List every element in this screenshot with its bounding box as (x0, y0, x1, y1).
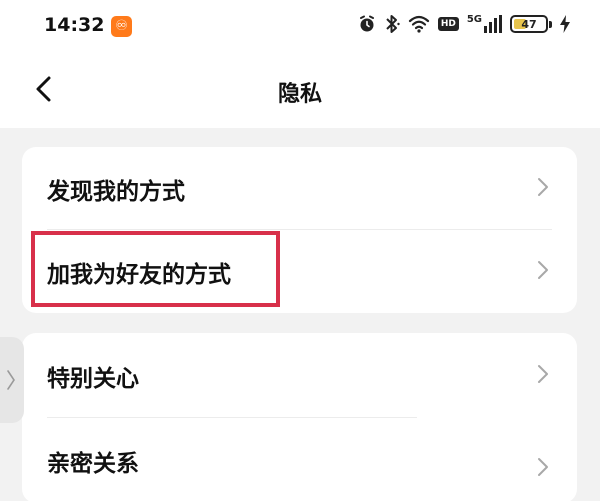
chevron-right-icon (537, 364, 549, 388)
side-panel-handle[interactable] (0, 337, 24, 423)
wifi-icon (408, 15, 430, 33)
page-title: 隐私 (277, 82, 322, 107)
notification-app-icon: ♾ (111, 16, 132, 37)
battery-icon: 47 (510, 15, 552, 33)
battery-cap (549, 20, 552, 28)
battery-level: 47 (521, 17, 537, 31)
list-item-label: 加我为好友的方式 (47, 261, 231, 288)
network-label: 5G (466, 14, 482, 25)
list-item-discover-me[interactable]: 发现我的方式 (22, 147, 577, 230)
alarm-icon (358, 15, 376, 33)
charging-icon (560, 15, 570, 33)
hd-icon: HD (437, 17, 459, 31)
chevron-right-icon (537, 457, 549, 481)
list-item-special-care[interactable]: 特别关心 (22, 333, 577, 418)
privacy-section-2: 特别关心 亲密关系 (22, 333, 577, 501)
bluetooth-icon (384, 14, 400, 34)
status-icons: HD 5G 47 (358, 14, 570, 34)
signal-icon: 5G (467, 15, 502, 33)
battery-body: 47 (510, 15, 548, 33)
privacy-section-1: 发现我的方式 加我为好友的方式 (22, 147, 577, 313)
chevron-right-icon (537, 260, 549, 284)
list-item-label: 亲密关系 (47, 450, 139, 477)
header: 隐私 (0, 52, 600, 128)
chevron-right-icon (537, 177, 549, 201)
privacy-screen: 14:32 ♾ HD 5G 47 隐私 发现我的方式 加我为好友的方式 特别关心… (0, 0, 600, 501)
status-time: 14:32 (44, 14, 105, 36)
status-bar: 14:32 ♾ HD 5G 47 (0, 0, 600, 52)
list-item-label: 特别关心 (47, 365, 139, 392)
chevron-right-icon (7, 370, 15, 390)
top-area: 14:32 ♾ HD 5G 47 隐私 (0, 0, 600, 128)
list-item-intimate-relations[interactable]: 亲密关系 (22, 418, 577, 501)
list-item-add-friend-method[interactable]: 加我为好友的方式 (22, 230, 577, 313)
list-item-label: 发现我的方式 (47, 178, 185, 205)
